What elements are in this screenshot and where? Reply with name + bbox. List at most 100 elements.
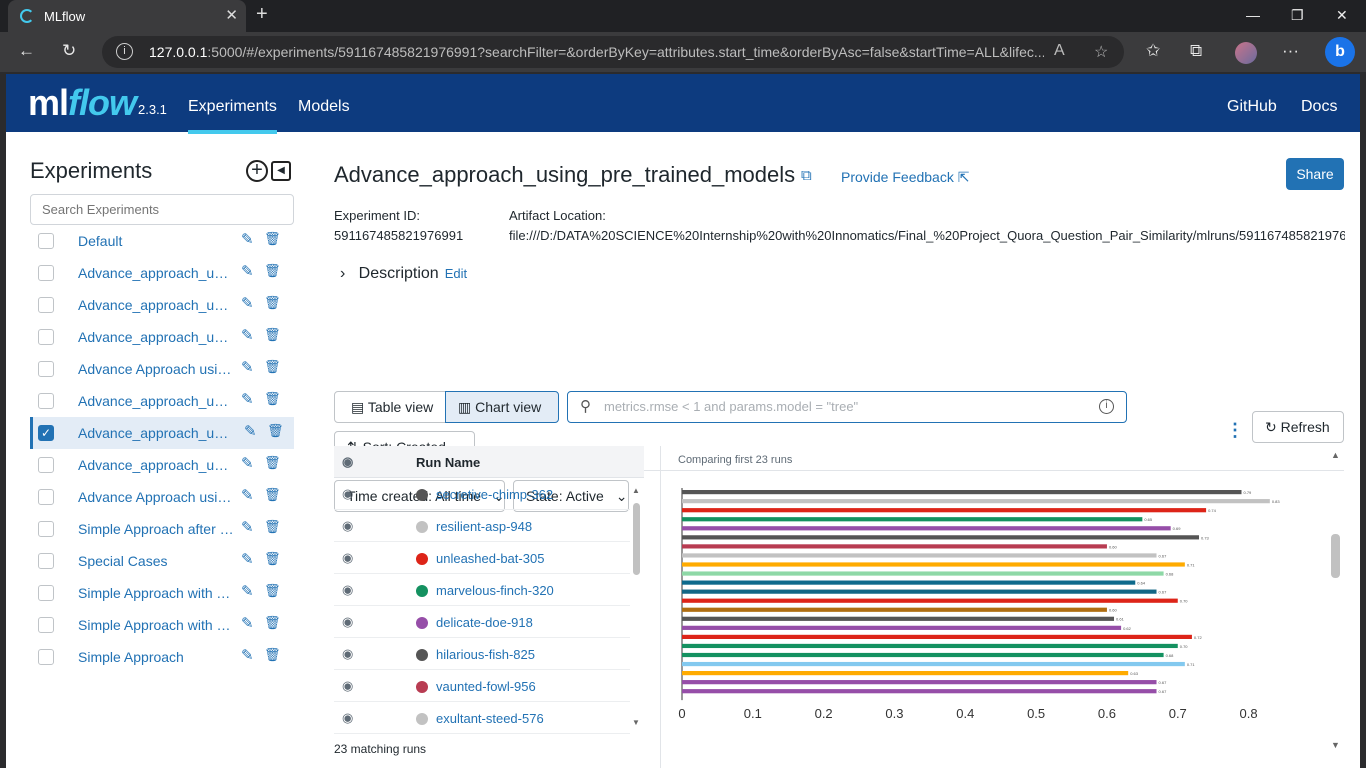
experiment-checkbox[interactable]	[38, 457, 54, 473]
experiment-name[interactable]: Advance_approach_using_pre_trained_model…	[78, 297, 234, 313]
experiment-name[interactable]: Advance Approach using pre trained model…	[78, 361, 234, 377]
trash-icon[interactable]: 🗑	[264, 295, 281, 311]
pencil-icon[interactable]: ✎	[241, 230, 254, 248]
chart-bar[interactable]	[682, 535, 1200, 540]
mlflow-logo[interactable]: mlflow	[28, 82, 137, 124]
experiment-item[interactable]: Advance_approach_using_pre_trained_model…	[30, 449, 294, 481]
restore-icon[interactable]: ❐	[1291, 7, 1304, 24]
experiment-name[interactable]: Simple Approach with TF-IDF	[78, 585, 234, 601]
back-icon[interactable]: ←	[18, 41, 35, 61]
run-row[interactable]: ◉ resilient-asp-948	[334, 510, 630, 542]
chart-bar[interactable]	[682, 490, 1242, 495]
trash-icon[interactable]: 🗑	[264, 391, 281, 407]
scroll-up-icon[interactable]: ▲	[632, 486, 640, 495]
experiment-checkbox[interactable]: ✓	[38, 425, 54, 441]
run-name-link[interactable]: delicate-doe-918	[436, 615, 533, 630]
run-name-link[interactable]: secretive-chimp-362	[436, 487, 553, 502]
nav-github[interactable]: GitHub	[1227, 98, 1277, 116]
eye-icon[interactable]: ◉	[342, 550, 353, 566]
chart-bar[interactable]	[682, 625, 1122, 630]
more-menu-icon[interactable]: ···	[1282, 41, 1299, 61]
experiment-checkbox[interactable]	[38, 297, 54, 313]
experiment-checkbox[interactable]	[38, 265, 54, 281]
experiment-name[interactable]: Default	[78, 233, 234, 249]
kebab-menu-icon[interactable]: ⋮	[1226, 420, 1244, 441]
description-toggle[interactable]: › Description Edit	[340, 265, 467, 283]
trash-icon[interactable]: 🗑	[264, 487, 281, 503]
bar-chart[interactable]: 0.790.830.740.650.690.730.600.670.710.68…	[661, 476, 1301, 766]
experiment-name[interactable]: Simple Approach after Data Cleaning	[78, 521, 234, 537]
runs-scrollbar[interactable]: ▲ ▼	[632, 486, 644, 736]
experiment-checkbox[interactable]	[38, 521, 54, 537]
experiment-item[interactable]: Advance Approach using pre trained model…	[30, 353, 294, 385]
experiment-item[interactable]: Special Cases ✎ 🗑	[30, 545, 294, 577]
description-edit-link[interactable]: Edit	[445, 266, 467, 281]
chart-bar[interactable]	[682, 544, 1107, 549]
experiment-checkbox[interactable]	[38, 361, 54, 377]
close-tab-icon[interactable]: ✕	[225, 6, 238, 24]
reload-icon[interactable]: ↻	[62, 41, 76, 61]
experiment-checkbox[interactable]	[38, 649, 54, 665]
provide-feedback-link[interactable]: Provide Feedback ⇱	[841, 169, 969, 186]
share-button[interactable]: Share	[1286, 158, 1344, 190]
profile-avatar[interactable]	[1235, 42, 1257, 64]
chart-scrollbar-thumb[interactable]	[1331, 534, 1340, 578]
chart-bar[interactable]	[682, 562, 1185, 567]
pencil-icon[interactable]: ✎	[244, 422, 257, 440]
experiment-item[interactable]: Simple Approach with TF-IDF ✎ 🗑	[30, 577, 294, 609]
trash-icon[interactable]: 🗑	[264, 455, 281, 471]
chart-bar[interactable]	[682, 689, 1157, 694]
trash-icon[interactable]: 🗑	[264, 263, 281, 279]
nav-experiments[interactable]: Experiments	[188, 98, 277, 134]
run-row[interactable]: ◉ secretive-chimp-362	[334, 478, 630, 510]
eye-icon[interactable]: ◉	[342, 710, 353, 726]
run-row[interactable]: ◉ hilarious-fish-825	[334, 638, 630, 670]
close-window-icon[interactable]: ✕	[1336, 7, 1348, 24]
experiment-item[interactable]: Advance_approach_using_pre_trained_model…	[30, 257, 294, 289]
pencil-icon[interactable]: ✎	[241, 486, 254, 504]
chart-bar[interactable]	[682, 643, 1178, 649]
pencil-icon[interactable]: ✎	[241, 614, 254, 632]
run-row[interactable]: ◉ exultant-steed-576	[334, 702, 630, 734]
chart-bar[interactable]	[682, 607, 1107, 612]
experiment-item[interactable]: Default ✎ 🗑	[30, 225, 294, 257]
chart-bar[interactable]	[682, 526, 1171, 531]
trash-icon[interactable]: 🗑	[264, 359, 281, 375]
experiment-item[interactable]: Advance_approach_using_pre_trained_model…	[30, 321, 294, 353]
experiment-checkbox[interactable]	[38, 329, 54, 345]
chart-bar[interactable]	[682, 553, 1157, 558]
pencil-icon[interactable]: ✎	[241, 518, 254, 536]
chart-bar[interactable]	[682, 508, 1207, 513]
collapse-sidebar-icon[interactable]: ◀	[271, 161, 291, 181]
pencil-icon[interactable]: ✎	[241, 390, 254, 408]
experiment-name[interactable]: Advance_approach_using_pre_trained_model…	[78, 425, 234, 441]
trash-icon[interactable]: 🗑	[264, 583, 281, 599]
trash-icon[interactable]: 🗑	[264, 647, 281, 663]
experiment-checkbox[interactable]	[38, 393, 54, 409]
browser-tab[interactable]: MLflow ✕	[8, 0, 246, 32]
experiment-item[interactable]: Simple Approach ✎ 🗑	[30, 641, 294, 673]
experiment-name[interactable]: Advance_approach_using_pre_trained_model…	[78, 265, 234, 281]
read-aloud-icon[interactable]: A	[1054, 42, 1065, 60]
run-name-link[interactable]: vaunted-fowl-956	[436, 679, 536, 694]
chart-scroll-down-icon[interactable]: ▼	[1331, 740, 1340, 750]
create-experiment-icon[interactable]: +	[246, 160, 268, 182]
experiment-checkbox[interactable]	[38, 489, 54, 505]
url-field[interactable]: i 127.0.0.1:5000/#/experiments/591167485…	[102, 36, 1124, 68]
chart-bar[interactable]	[682, 517, 1143, 522]
eye-icon[interactable]: ◉	[342, 646, 353, 662]
trash-icon[interactable]: 🗑	[267, 423, 284, 439]
experiment-item[interactable]: Advance_approach_using_pre_trained_model…	[30, 289, 294, 321]
chart-bar[interactable]	[682, 680, 1157, 685]
table-view-button[interactable]: ▤ Table view	[334, 391, 446, 423]
chart-bar[interactable]	[682, 671, 1129, 676]
nav-docs[interactable]: Docs	[1301, 98, 1337, 116]
run-name-link[interactable]: marvelous-finch-320	[436, 583, 554, 598]
refresh-button[interactable]: ↻ Refresh	[1252, 411, 1344, 443]
experiment-item[interactable]: Advance Approach using pre trained model…	[30, 481, 294, 513]
trash-icon[interactable]: 🗑	[264, 231, 281, 247]
run-search-input[interactable]: ⚲ metrics.rmse < 1 and params.model = "t…	[567, 391, 1127, 423]
experiment-item[interactable]: Simple Approach after Data Cleaning ✎ 🗑	[30, 513, 294, 545]
trash-icon[interactable]: 🗑	[264, 615, 281, 631]
scrollbar-thumb[interactable]	[633, 503, 640, 575]
